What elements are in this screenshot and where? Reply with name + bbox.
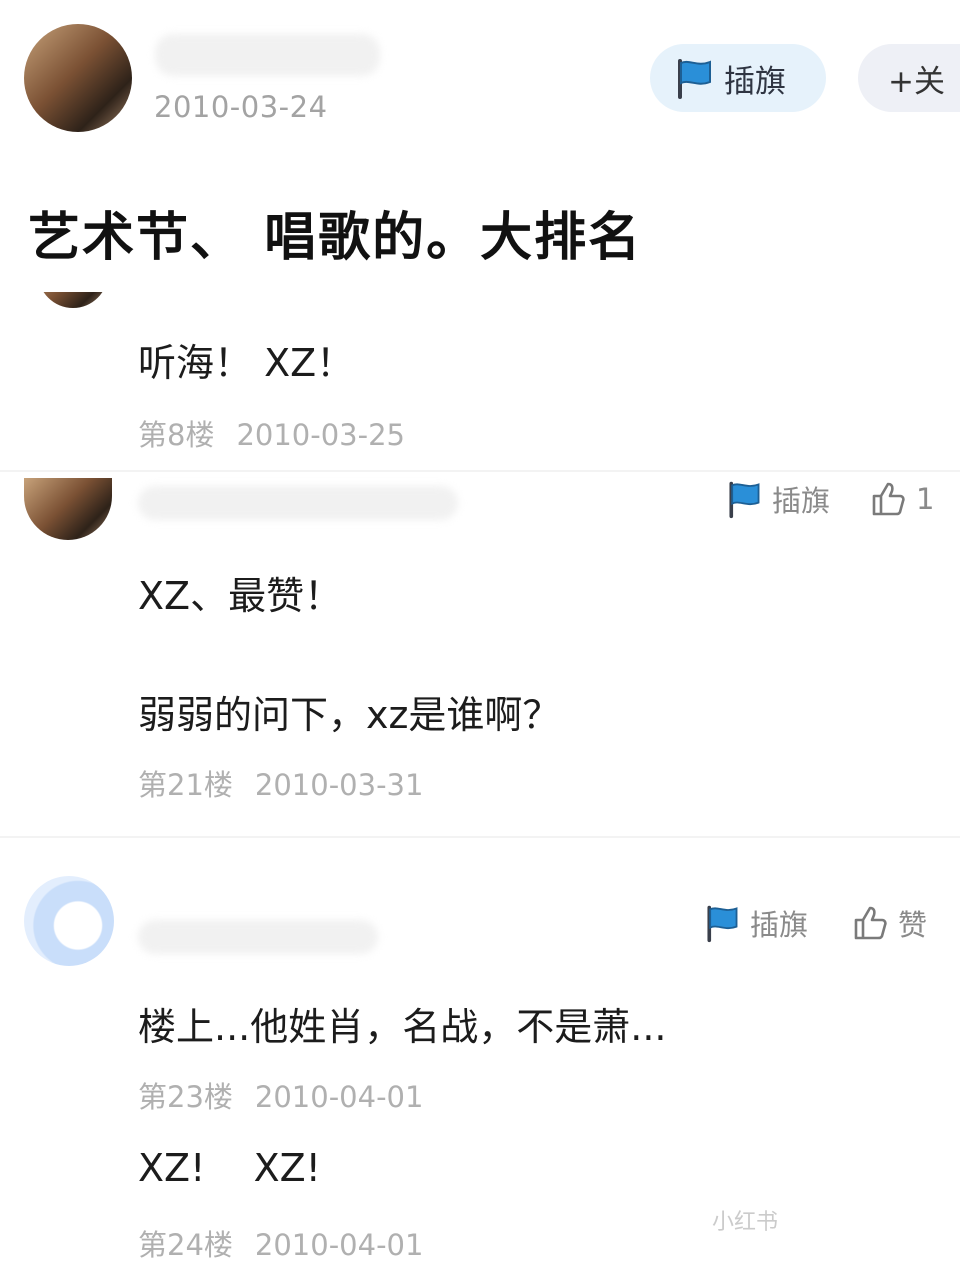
- flag-button[interactable]: 插旗: [650, 44, 826, 112]
- reply-content: XZ! XZ!: [138, 1146, 321, 1190]
- thumbs-up-icon: [850, 903, 890, 943]
- flag-label: 插旗: [772, 484, 831, 518]
- floor-number: 第24楼: [138, 1228, 233, 1262]
- follow-label: +关: [888, 63, 945, 100]
- reply-username-blurred[interactable]: [138, 920, 378, 954]
- reply-content: 听海！ XZ！: [138, 341, 355, 385]
- watermark: 小红书: [712, 1210, 779, 1235]
- like-button[interactable]: 1: [868, 474, 934, 524]
- reply-meta: 第21楼 2010-03-31: [138, 762, 423, 804]
- reply-date: 2010-04-01: [254, 1080, 424, 1114]
- flag-icon: [672, 55, 716, 101]
- flag-icon: [702, 902, 742, 944]
- like-label: 赞: [898, 908, 928, 942]
- reply-avatar[interactable]: [24, 478, 112, 540]
- reply-content-line: 弱弱的问下，xz是谁啊？: [138, 693, 561, 737]
- flag-icon: [724, 478, 764, 520]
- divider: [0, 470, 960, 472]
- like-button[interactable]: 赞: [850, 898, 927, 948]
- follow-button[interactable]: +关: [858, 44, 960, 112]
- reply-date: 2010-04-01: [254, 1228, 424, 1262]
- flag-label: 插旗: [750, 908, 809, 942]
- op-avatar[interactable]: [24, 24, 132, 132]
- reply-meta: 第8楼 2010-03-25: [138, 412, 405, 454]
- flag-button[interactable]: 插旗: [702, 898, 808, 948]
- flag-label: 插旗: [724, 63, 786, 100]
- flag-button[interactable]: 插旗: [724, 474, 830, 524]
- divider: [0, 836, 960, 838]
- reply-meta: 第23楼 2010-04-01: [138, 1074, 423, 1116]
- reply-username-blurred[interactable]: [138, 486, 458, 520]
- reply-date: 2010-03-25: [236, 418, 405, 452]
- reply-avatar[interactable]: [24, 876, 114, 966]
- floor-number: 第8楼: [138, 418, 215, 452]
- reply-content-line: XZ、最赞！: [138, 574, 343, 618]
- reply-content: 楼上...他姓肖，名战，不是萧...: [138, 1005, 667, 1049]
- op-username-blurred[interactable]: [155, 34, 380, 76]
- thumbs-up-icon: [868, 479, 908, 519]
- floor-number: 第23楼: [138, 1080, 233, 1114]
- floor-number: 第21楼: [138, 768, 233, 802]
- post-title: 艺术节、 唱歌的。大排名: [28, 208, 643, 268]
- like-count: 1: [916, 482, 935, 516]
- reply-date: 2010-03-31: [254, 768, 424, 802]
- reply-meta: 第24楼 2010-04-01: [138, 1222, 423, 1264]
- op-date: 2010-03-24: [154, 90, 328, 124]
